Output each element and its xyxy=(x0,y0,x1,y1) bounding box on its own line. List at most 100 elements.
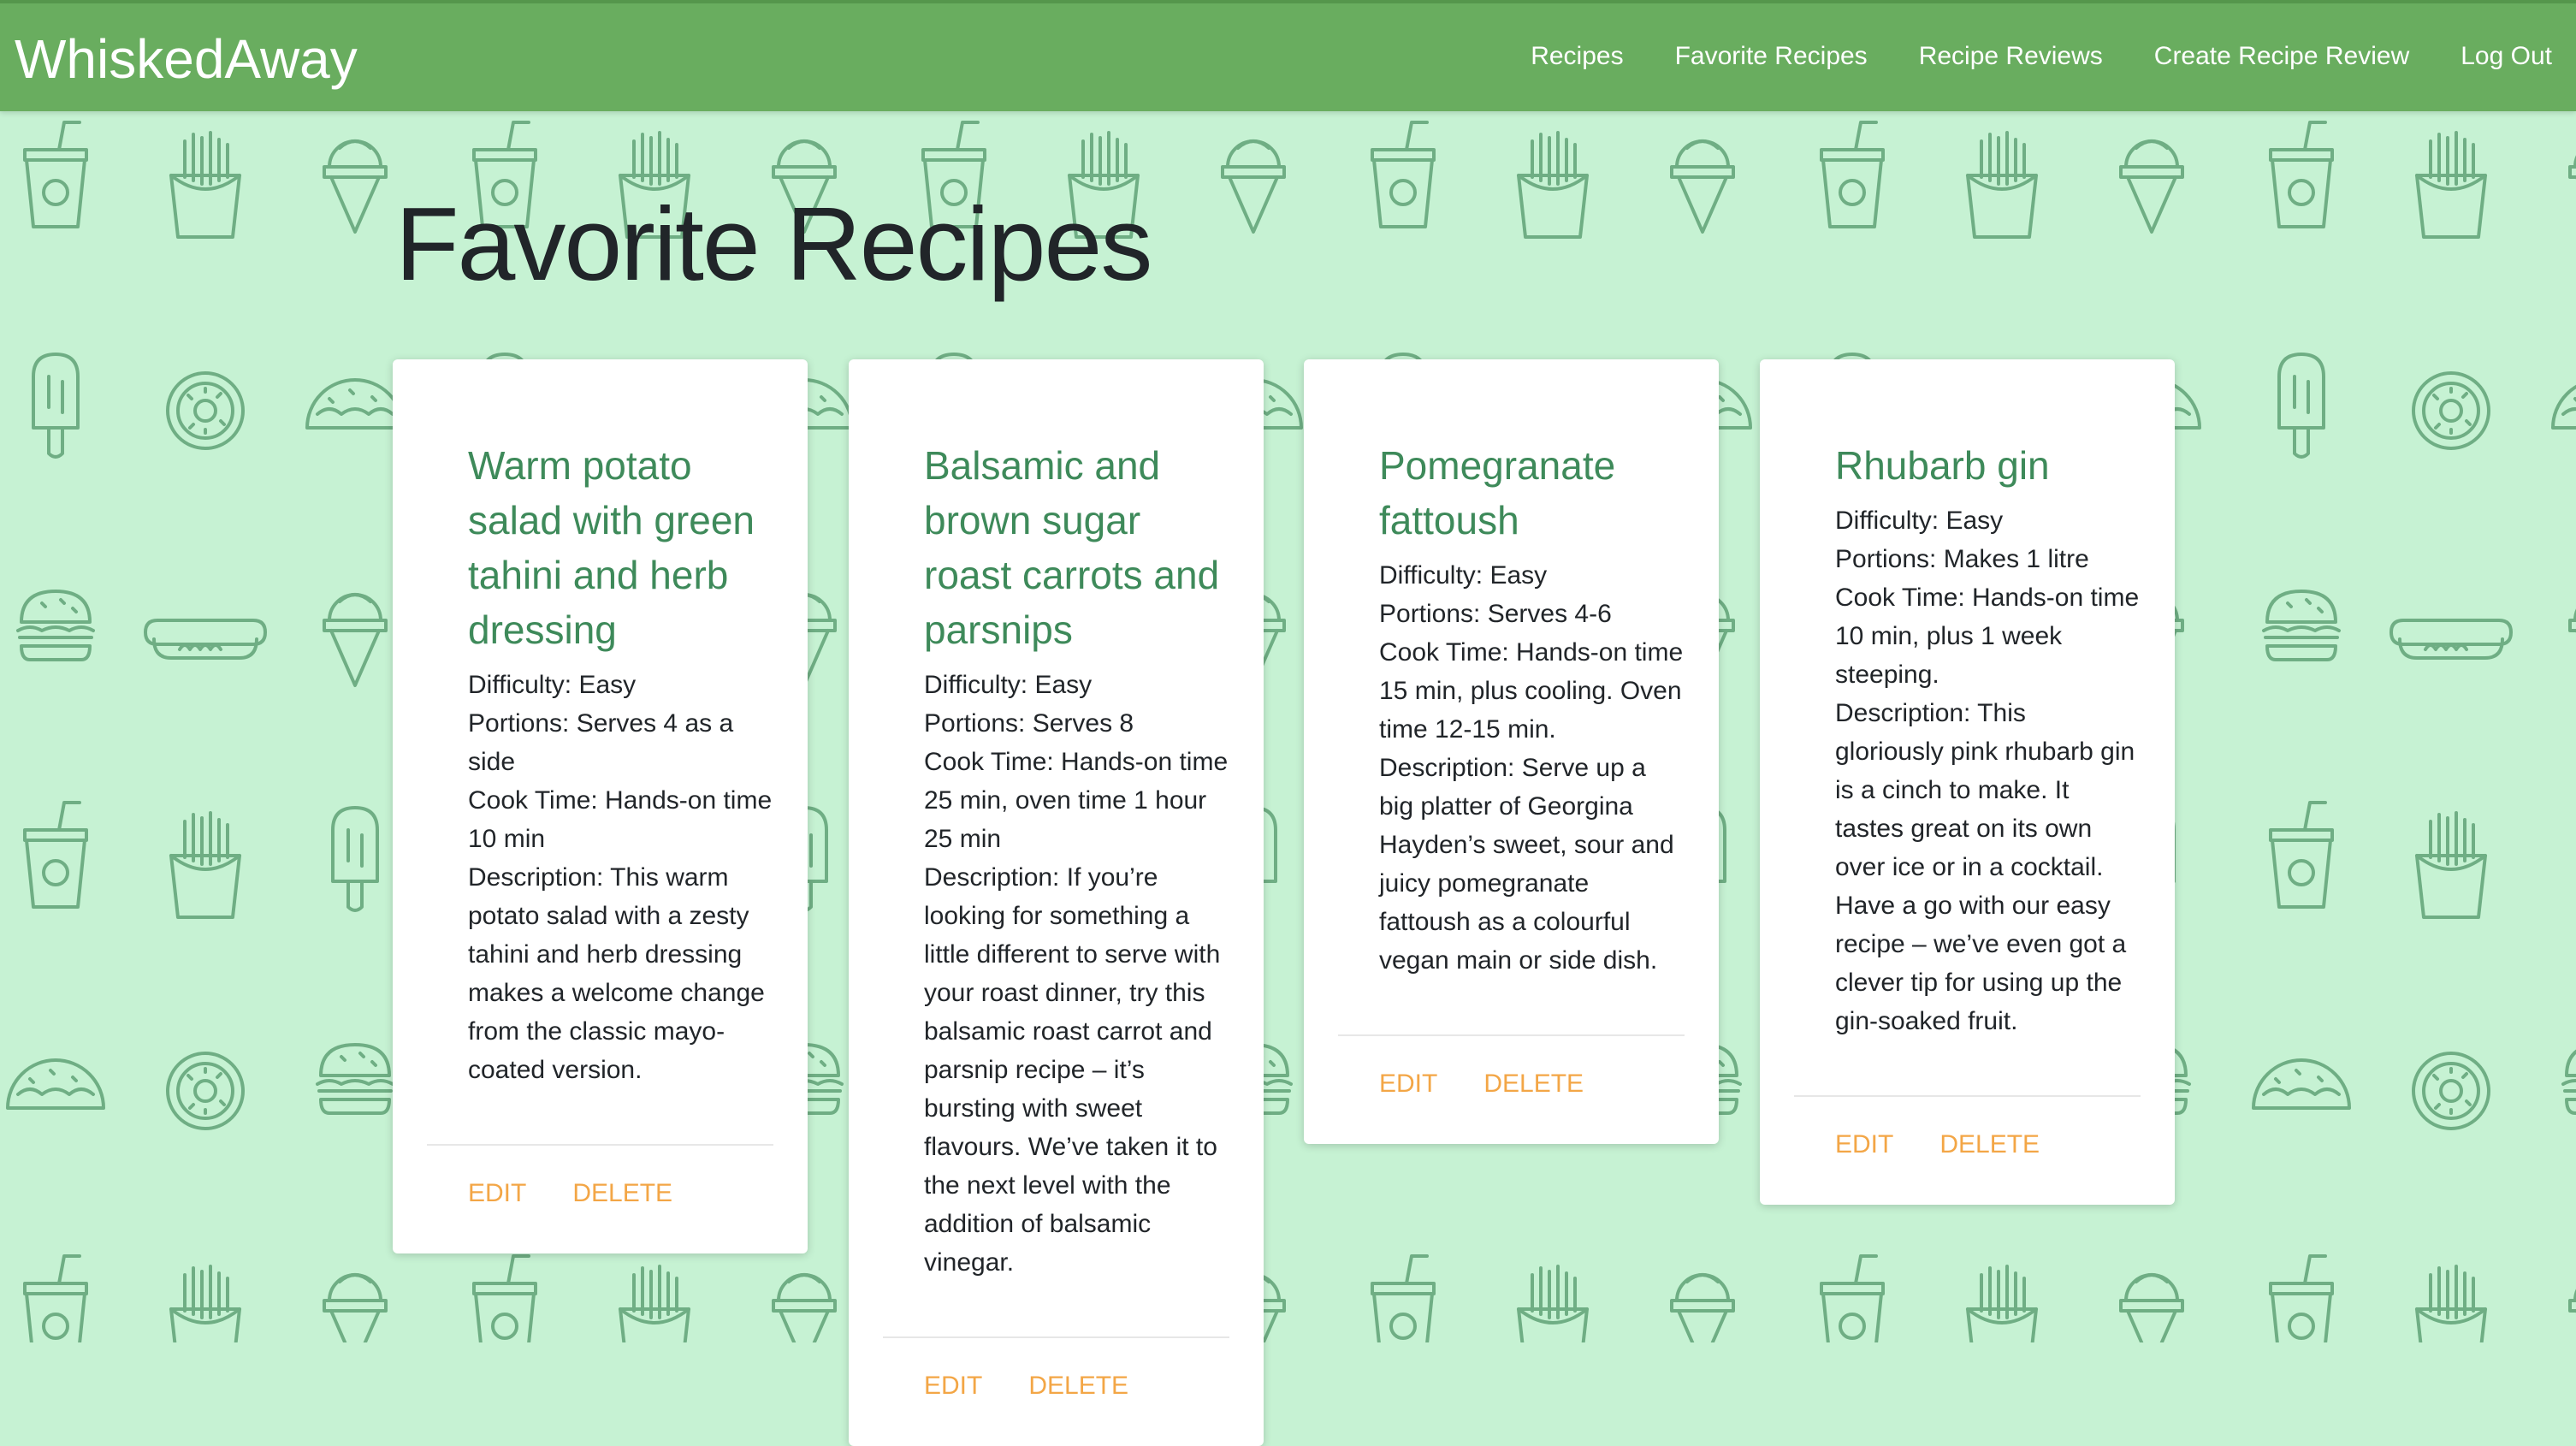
ice-cream-cone-icon xyxy=(1670,1273,1735,1342)
ice-cream-cone-icon xyxy=(1670,139,1735,234)
ice-cream-cone-icon xyxy=(323,139,388,234)
delete-button[interactable]: DELETE xyxy=(572,1176,672,1211)
recipe-cook-time: Cook Time: Hands-on time 25 min, oven ti… xyxy=(924,748,1229,853)
drink-cup-icon xyxy=(23,121,88,228)
delete-button[interactable]: DELETE xyxy=(1939,1128,2040,1162)
recipe-description: Description: If you’re looking for somet… xyxy=(924,863,1221,1277)
popsicle-icon xyxy=(331,806,379,912)
recipe-card: Balsamic and brown sugar roast carrots a… xyxy=(849,359,1264,1446)
recipe-title: Balsamic and brown sugar roast carrots a… xyxy=(924,443,1220,652)
card-actions: EDIT DELETE xyxy=(849,1338,1264,1446)
popsicle-icon xyxy=(2277,353,2325,459)
fries-icon xyxy=(2415,1265,2487,1342)
card-body: Warm potato salad with green tahini and … xyxy=(393,359,808,1123)
recipe-difficulty: Difficulty: Easy xyxy=(1379,561,1548,590)
drink-cup-icon xyxy=(23,801,88,909)
ice-cream-cone-icon xyxy=(2119,139,2184,234)
recipe-difficulty: Difficulty: Easy xyxy=(924,671,1093,699)
food-pattern-background xyxy=(6,121,2576,1342)
recipe-portions: Portions: Serves 4 as a side xyxy=(468,709,734,776)
nav-link-recipe-reviews[interactable]: Recipe Reviews xyxy=(1919,39,2103,74)
brand-logo[interactable]: WhiskedAway xyxy=(15,29,358,89)
recipe-title: Pomegranate fattoush xyxy=(1379,443,1616,542)
ice-cream-cone-icon xyxy=(2568,1273,2576,1342)
nav-links: Recipes Favorite Recipes Recipe Reviews … xyxy=(1531,39,2552,74)
recipe-title: Warm potato salad with green tahini and … xyxy=(468,443,755,652)
taco-icon xyxy=(2252,1058,2351,1110)
donut-icon xyxy=(2412,1052,2490,1130)
recipe-cook-time: Cook Time: Hands-on time 10 min, plus 1 … xyxy=(1835,584,2140,689)
nav-link-recipes[interactable]: Recipes xyxy=(1531,39,1623,74)
taco-icon xyxy=(6,1058,105,1110)
taco-icon xyxy=(305,378,405,430)
burger-icon xyxy=(2561,1043,2576,1115)
ice-cream-cone-icon xyxy=(1221,139,1286,234)
popsicle-icon xyxy=(32,353,80,459)
ice-cream-cone-icon xyxy=(772,1273,837,1342)
recipe-title: Rhubarb gin xyxy=(1835,443,2050,488)
fries-icon xyxy=(169,811,241,919)
burger-icon xyxy=(2262,590,2341,661)
taco-icon xyxy=(2551,378,2576,430)
donut-icon xyxy=(166,1052,245,1130)
ice-cream-cone-icon xyxy=(2568,139,2576,234)
fries-icon xyxy=(619,1265,690,1342)
recipe-card: Rhubarb gin Difficulty: Easy Portions: M… xyxy=(1760,359,2175,1205)
fries-icon xyxy=(2415,131,2487,239)
ice-cream-cone-icon xyxy=(2119,1273,2184,1342)
recipe-difficulty: Difficulty: Easy xyxy=(1835,507,2004,535)
recipe-portions: Portions: Serves 4-6 xyxy=(1379,600,1612,628)
edit-button[interactable]: EDIT xyxy=(1379,1067,1437,1101)
fries-icon xyxy=(169,1265,241,1342)
page-title: Favorite Recipes xyxy=(395,186,1152,302)
drink-cup-icon xyxy=(1820,121,1885,228)
hot-dog-icon xyxy=(144,619,267,660)
ice-cream-cone-icon xyxy=(323,593,388,687)
card-actions: EDIT DELETE xyxy=(393,1146,808,1253)
drink-cup-icon xyxy=(2269,121,2334,228)
recipe-portions: Portions: Serves 8 xyxy=(924,709,1134,738)
fries-icon xyxy=(1517,1265,1589,1342)
fries-icon xyxy=(1966,131,2038,239)
fries-icon xyxy=(1517,131,1589,239)
nav-link-create-recipe-review[interactable]: Create Recipe Review xyxy=(2154,39,2409,74)
drink-cup-icon xyxy=(2269,801,2334,909)
donut-icon xyxy=(166,371,245,450)
edit-button[interactable]: EDIT xyxy=(468,1176,526,1211)
card-body: Balsamic and brown sugar roast carrots a… xyxy=(849,359,1264,1316)
recipe-cook-time: Cook Time: Hands-on time 15 min, plus co… xyxy=(1379,638,1684,744)
burger-icon xyxy=(316,1043,394,1115)
recipe-description: Description: This gloriously pink rhubar… xyxy=(1835,699,2135,1035)
card-actions: EDIT DELETE xyxy=(1304,1036,1719,1144)
recipe-card: Pomegranate fattoush Difficulty: Easy Po… xyxy=(1304,359,1719,1144)
card-body: Pomegranate fattoush Difficulty: Easy Po… xyxy=(1304,359,1719,1014)
drink-cup-icon xyxy=(1820,1254,1885,1342)
ice-cream-cone-icon xyxy=(2568,593,2576,687)
nav-link-favorite-recipes[interactable]: Favorite Recipes xyxy=(1675,39,1868,74)
drink-cup-icon xyxy=(472,1254,537,1342)
donut-icon xyxy=(2412,371,2490,450)
recipe-description: Description: This warm potato salad with… xyxy=(468,863,765,1084)
hot-dog-icon xyxy=(2389,619,2513,660)
recipe-card: Warm potato salad with green tahini and … xyxy=(393,359,808,1253)
delete-button[interactable]: DELETE xyxy=(1028,1369,1128,1403)
card-actions: EDIT DELETE xyxy=(1760,1097,2175,1205)
recipe-description: Description: Serve up a big platter of G… xyxy=(1379,754,1674,975)
drink-cup-icon xyxy=(1371,1254,1436,1342)
drink-cup-icon xyxy=(1371,121,1436,228)
nav-link-log-out[interactable]: Log Out xyxy=(2461,39,2552,74)
fries-icon xyxy=(2415,811,2487,919)
delete-button[interactable]: DELETE xyxy=(1483,1067,1584,1101)
edit-button[interactable]: EDIT xyxy=(924,1369,982,1403)
edit-button[interactable]: EDIT xyxy=(1835,1128,1893,1162)
drink-cup-icon xyxy=(23,1254,88,1342)
fries-icon xyxy=(169,131,241,239)
drink-cup-icon xyxy=(2269,1254,2334,1342)
recipe-difficulty: Difficulty: Easy xyxy=(468,671,637,699)
card-body: Rhubarb gin Difficulty: Easy Portions: M… xyxy=(1760,359,2175,1075)
fries-icon xyxy=(1966,1265,2038,1342)
burger-icon xyxy=(16,590,95,661)
ice-cream-cone-icon xyxy=(323,1273,388,1342)
top-navbar: WhiskedAway Recipes Favorite Recipes Rec… xyxy=(0,0,2576,111)
recipe-cook-time: Cook Time: Hands-on time 10 min xyxy=(468,786,773,853)
